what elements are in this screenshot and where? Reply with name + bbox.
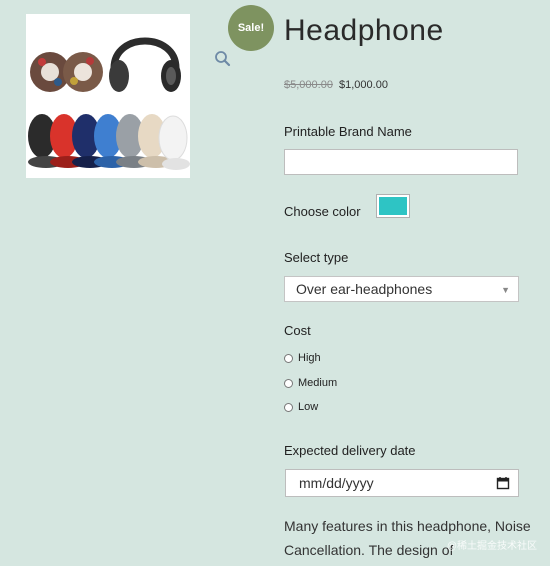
brand-name-label: Printable Brand Name [284, 124, 412, 139]
select-type-label: Select type [284, 250, 349, 265]
cost-option-low[interactable]: Low [284, 401, 318, 413]
headphones-illustration [28, 37, 190, 170]
cost-option-medium[interactable]: Medium [284, 377, 337, 389]
price: $5,000.00 $1,000.00 [284, 79, 388, 91]
black-headphones [109, 37, 181, 92]
dropdown-arrow-icon: ▼ [501, 285, 510, 295]
select-type-dropdown[interactable]: Over ear-headphones ▼ [284, 276, 519, 302]
floral-cushions [30, 52, 103, 92]
color-label: Choose color [284, 204, 361, 219]
calendar-icon[interactable] [496, 476, 510, 493]
date-placeholder: mm/dd/yyyy [299, 475, 374, 491]
current-price: $1,000.00 [339, 79, 388, 91]
color-fill [379, 197, 407, 215]
radio-circle-icon[interactable] [284, 402, 293, 412]
colored-cushions [28, 114, 190, 170]
product-title: Headphone [284, 14, 444, 47]
radio-circle-icon[interactable] [284, 378, 293, 388]
cost-option-label: Low [298, 401, 319, 413]
watermark: @稀土掘金技术社区 [446, 541, 537, 552]
radio-circle-icon[interactable] [284, 353, 293, 363]
brand-name-input[interactable] [284, 149, 518, 175]
cost-option-label: Medium [298, 377, 338, 389]
cost-option-label: High [298, 352, 321, 364]
sale-badge: Sale! [228, 5, 274, 51]
delivery-date-input[interactable]: mm/dd/yyyy [285, 469, 519, 497]
delivery-date-label: Expected delivery date [284, 443, 416, 458]
cost-label: Cost [284, 323, 311, 338]
old-price: $5,000.00 [284, 79, 333, 91]
color-picker[interactable] [376, 194, 410, 218]
product-image[interactable] [26, 14, 190, 178]
zoom-magnifier-icon[interactable] [214, 50, 232, 68]
cost-option-high[interactable]: High [284, 352, 321, 364]
select-type-value: Over ear-headphones [296, 281, 433, 297]
